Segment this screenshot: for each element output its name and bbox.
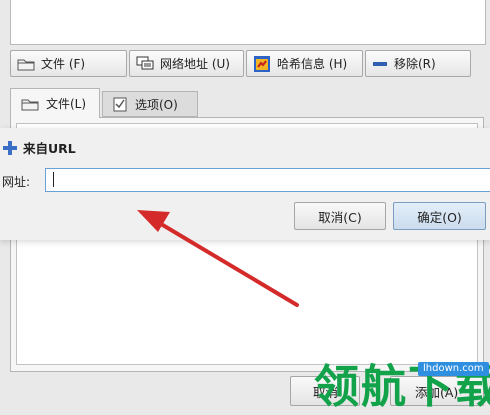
tab-files-label: 文件(L) [46, 97, 87, 111]
watermark-site: lhdown.com [418, 362, 489, 376]
watermark-logo: 领航下载 [314, 360, 490, 413]
folder-icon [21, 99, 39, 110]
tab-files[interactable]: 文件(L) [10, 88, 100, 118]
